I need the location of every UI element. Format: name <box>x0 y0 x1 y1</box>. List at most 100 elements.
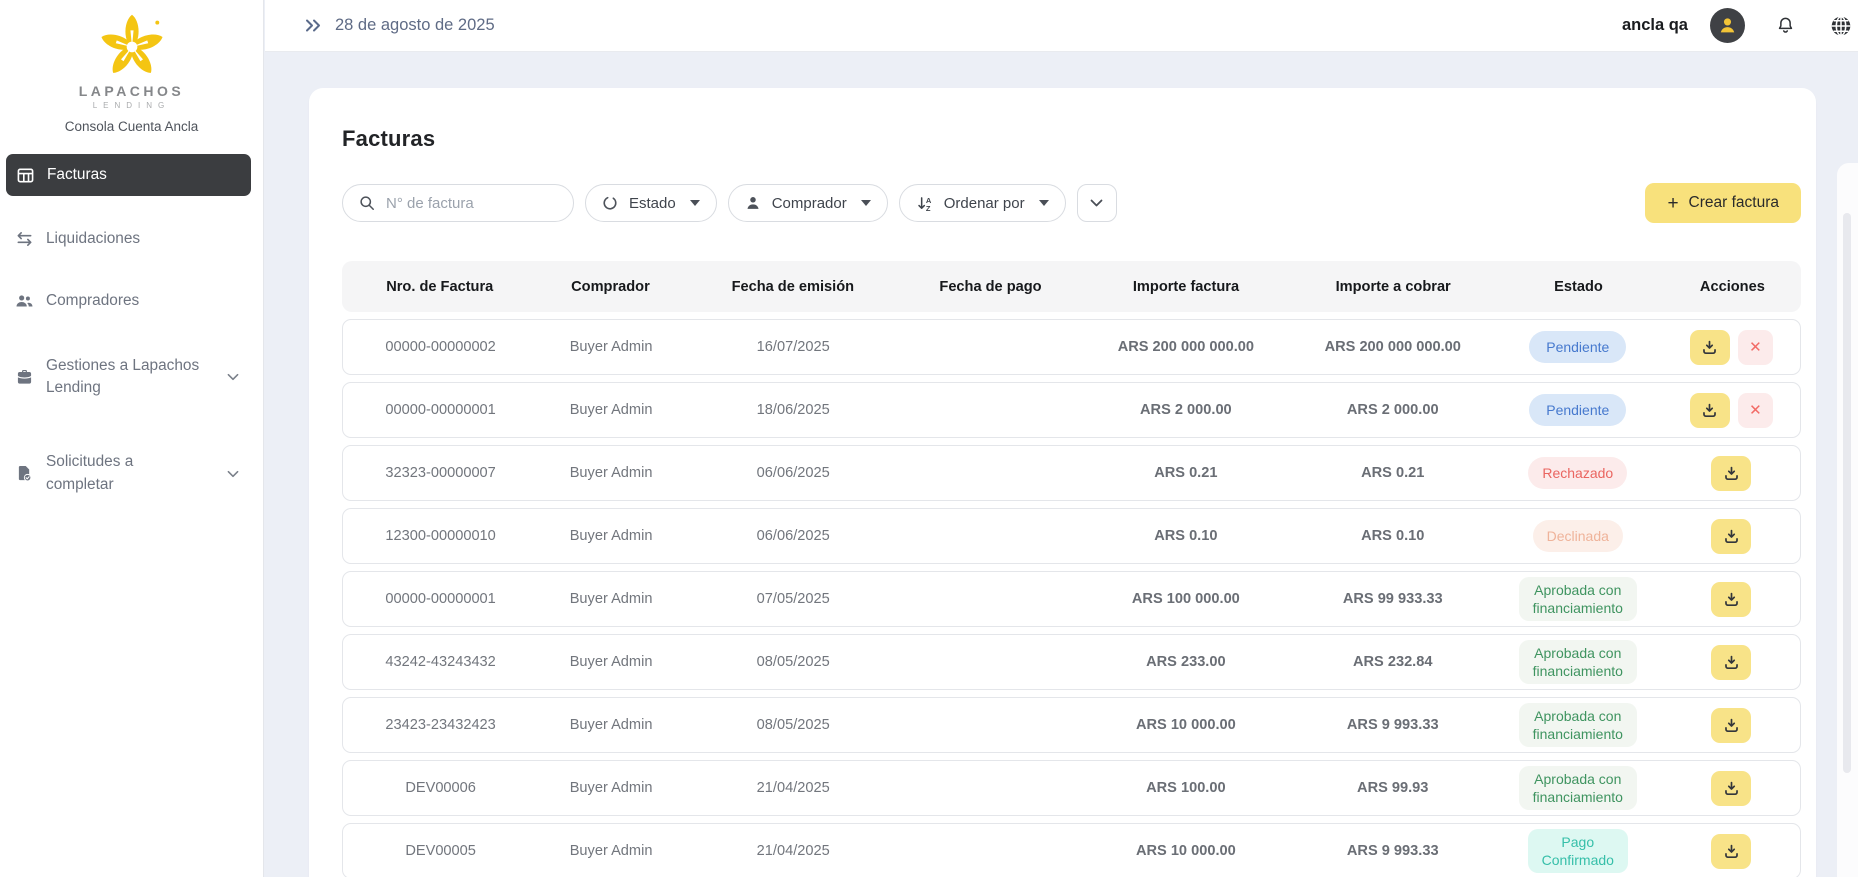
collectible-amount: ARS 9 993.33 <box>1346 717 1439 733</box>
column-header: Nro. de Factura <box>386 278 494 295</box>
issue-date: 21/04/2025 <box>756 843 830 859</box>
download-button[interactable] <box>1711 518 1752 554</box>
download-button[interactable] <box>1711 770 1752 806</box>
chevron-down-icon <box>1090 199 1103 207</box>
actions-cell <box>1663 455 1800 491</box>
logo-wordmark: LAPACHOS <box>78 83 185 99</box>
download-icon <box>1700 402 1719 419</box>
sidebar: LAPACHOS LENDING Consola Cuenta Ancla Fa… <box>0 0 264 877</box>
collectible-amount: ARS 99.93 <box>1357 780 1429 796</box>
more-filters-button[interactable] <box>1076 184 1117 222</box>
invoice-number: 23423-23432423 <box>385 717 496 733</box>
download-button[interactable] <box>1689 392 1730 428</box>
invoice-amount: ARS 2 000.00 <box>1140 402 1232 418</box>
collectible-amount: ARS 200 000 000.00 <box>1324 339 1461 355</box>
status-badge: Pendiente <box>1529 393 1627 427</box>
invoice-row[interactable]: 23423-23432423 Buyer Admin 08/05/2025 ARS 1… <box>342 697 1801 753</box>
download-icon <box>1722 780 1741 797</box>
document-check-icon <box>14 465 34 482</box>
status-badge: Aprobada con financiamiento <box>1518 576 1637 622</box>
invoice-number: 12300-00000010 <box>385 528 496 544</box>
invoice-amount: ARS 100.00 <box>1146 780 1226 796</box>
buyer-name: Buyer Admin <box>569 528 653 544</box>
invoice-row[interactable]: 43242-43243432 Buyer Admin 08/05/2025 ARS 2… <box>342 634 1801 690</box>
sidebar-item-compradores[interactable]: Compradores <box>0 280 263 322</box>
logo-subtitle: LENDING <box>92 101 171 110</box>
invoice-amount: ARS 233.00 <box>1146 654 1226 670</box>
invoice-amount: ARS 0.21 <box>1154 465 1218 481</box>
globe-icon[interactable] <box>1829 14 1853 38</box>
sidebar-item-gestiones[interactable]: Gestiones a Lapachos Lending <box>0 345 263 410</box>
cancel-button[interactable]: ✕ <box>1737 392 1773 428</box>
sidebar-item-solicitudes[interactable]: Solicitudes a completar <box>0 441 263 506</box>
collectible-amount: ARS 0.21 <box>1361 465 1425 481</box>
create-invoice-label: Crear factura <box>1688 194 1779 211</box>
download-button[interactable] <box>1689 329 1730 365</box>
search-input[interactable] <box>386 194 556 212</box>
issue-date: 07/05/2025 <box>756 591 830 607</box>
invoice-row[interactable]: 00000-00000001 Buyer Admin 07/05/2025 ARS 1… <box>342 571 1801 627</box>
invoice-row[interactable]: 32323-00000007 Buyer Admin 06/06/2025 ARS 0… <box>342 445 1801 501</box>
table-header-row: Nro. de Factura Comprador Fecha de emisión… <box>342 261 1801 312</box>
ordenar-por-dropdown[interactable]: AZ Ordenar por <box>898 184 1066 222</box>
avatar[interactable] <box>1710 8 1745 43</box>
invoice-amount: ARS 0.10 <box>1154 528 1218 544</box>
bell-icon[interactable] <box>1775 15 1796 36</box>
invoice-row[interactable]: 00000-00000002 Buyer Admin 16/07/2025 ARS 2… <box>342 319 1801 375</box>
briefcase-icon <box>14 369 34 385</box>
cancel-button[interactable]: ✕ <box>1737 329 1773 365</box>
download-button[interactable] <box>1711 455 1752 491</box>
invoice-amount: ARS 100 000.00 <box>1131 591 1240 607</box>
scrollbar-track <box>1837 163 1858 877</box>
estado-filter-dropdown[interactable]: Estado <box>585 184 717 222</box>
buyer-name: Buyer Admin <box>569 402 653 418</box>
table-body: 00000-00000002 Buyer Admin 16/07/2025 ARS 2… <box>342 319 1801 877</box>
user-name: ancla qa <box>1621 16 1688 34</box>
sidebar-item-label: Gestiones a Lapachos Lending <box>46 356 200 396</box>
actions-cell <box>1663 707 1800 743</box>
download-button[interactable] <box>1711 581 1752 617</box>
invoice-amount: ARS 200 000 000.00 <box>1117 339 1254 355</box>
download-button[interactable] <box>1711 644 1752 680</box>
person-icon <box>1720 18 1735 33</box>
console-label: Consola Cuenta Ancla <box>64 119 199 134</box>
download-button[interactable] <box>1711 833 1752 869</box>
status-cell: Pendiente <box>1493 330 1663 364</box>
create-invoice-button[interactable]: + Crear factura <box>1645 183 1801 223</box>
column-header: Comprador <box>571 278 650 295</box>
sidebar-item-label: Liquidaciones <box>46 230 141 247</box>
status-cell: Aprobada con financiamiento <box>1493 702 1663 748</box>
invoice-row[interactable]: 12300-00000010 Buyer Admin 06/06/2025 ARS 0… <box>342 508 1801 564</box>
comprador-filter-label: Comprador <box>771 194 847 212</box>
close-icon: ✕ <box>1749 339 1762 356</box>
chevron-down-icon <box>227 470 239 478</box>
buyer-name: Buyer Admin <box>569 843 653 859</box>
sidebar-item-liquidaciones[interactable]: Liquidaciones <box>0 218 263 260</box>
issue-date: 06/06/2025 <box>756 528 830 544</box>
buyer-name: Buyer Admin <box>569 591 653 607</box>
status-cell: Aprobada con financiamiento <box>1493 576 1663 622</box>
column-header: Estado <box>1554 278 1603 295</box>
invoice-row[interactable]: 00000-00000001 Buyer Admin 18/06/2025 ARS 2… <box>342 382 1801 438</box>
status-badge: Aprobada con financiamiento <box>1518 702 1637 748</box>
sort-az-icon: AZ <box>916 195 933 212</box>
invoice-search-field[interactable] <box>342 184 574 222</box>
current-date: 28 de agosto de 2025 <box>335 16 495 34</box>
scrollbar-thumb[interactable] <box>1843 213 1851 773</box>
invoice-row[interactable]: DEV00005 Buyer Admin 21/04/2025 ARS 10 000.… <box>342 823 1801 877</box>
actions-cell <box>1663 518 1800 554</box>
svg-text:Z: Z <box>926 204 931 212</box>
invoice-number: 32323-00000007 <box>385 465 496 481</box>
invoice-row[interactable]: DEV00006 Buyer Admin 21/04/2025 ARS 100.00 A… <box>342 760 1801 816</box>
sidebar-item-facturas[interactable]: Facturas <box>6 154 251 196</box>
download-button[interactable] <box>1711 707 1752 743</box>
comprador-filter-dropdown[interactable]: Comprador <box>727 184 888 222</box>
issue-date: 21/04/2025 <box>756 780 830 796</box>
caret-down-icon <box>689 200 700 206</box>
caret-down-icon <box>1038 200 1049 206</box>
buyer-name: Buyer Admin <box>569 717 653 733</box>
status-badge: Declinada <box>1532 519 1623 553</box>
grid-icon <box>15 167 35 184</box>
double-chevron-right-icon[interactable] <box>303 17 323 34</box>
swap-arrows-icon <box>14 231 34 247</box>
